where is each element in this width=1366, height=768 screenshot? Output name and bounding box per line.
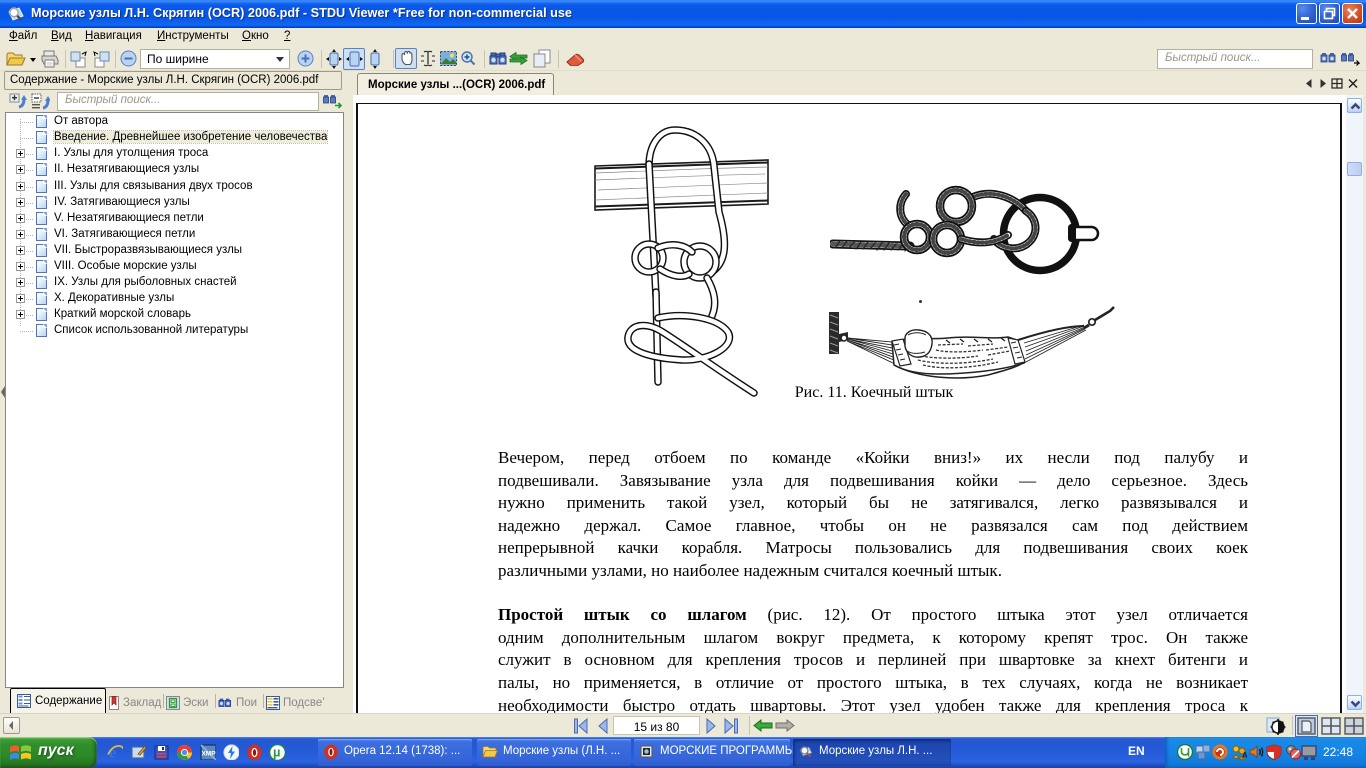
svg-text:A: A [1242, 751, 1247, 760]
svg-text:µ: µ [273, 745, 281, 760]
svg-text:XMP: XMP [201, 751, 216, 758]
